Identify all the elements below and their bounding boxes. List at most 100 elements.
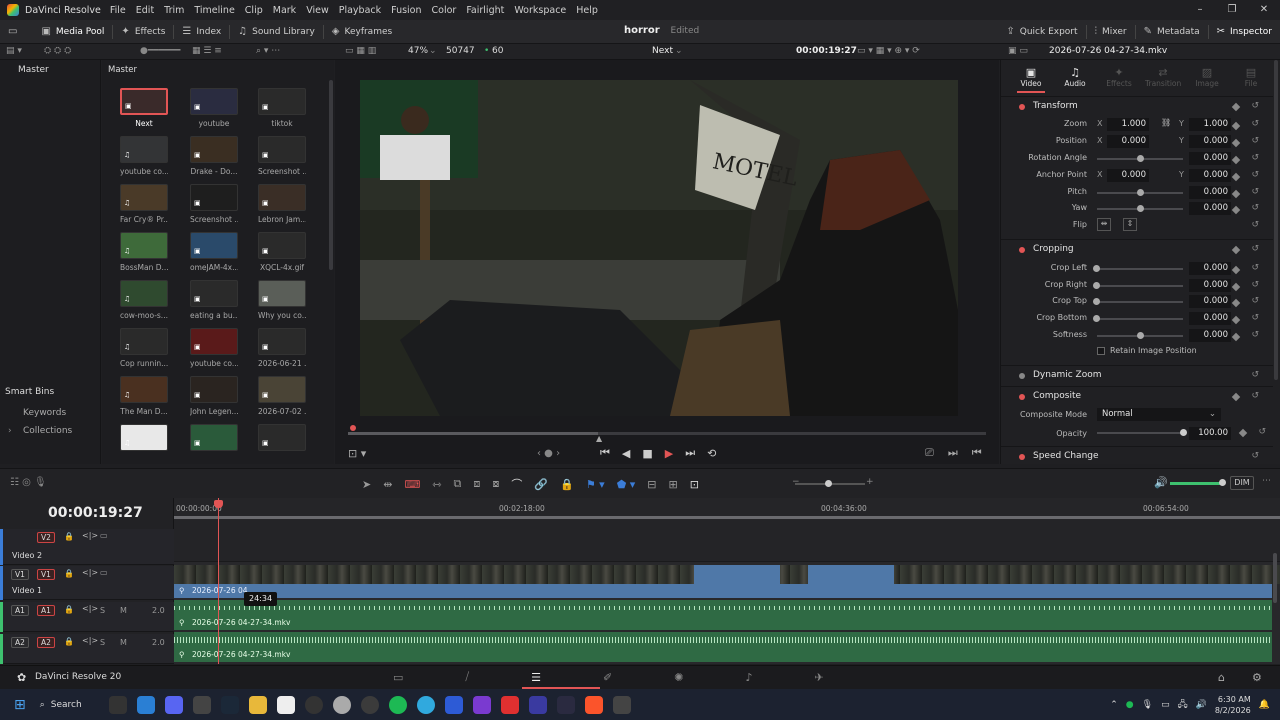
- tab-file[interactable]: ▤ File: [1233, 66, 1269, 88]
- display-icon[interactable]: ▭: [1161, 700, 1170, 710]
- crop-bottom-slider[interactable]: [1097, 318, 1183, 320]
- media-item[interactable]: ▣ omeJAM-4x...: [190, 232, 238, 272]
- menu-clip[interactable]: Clip: [240, 5, 268, 16]
- zoom-detail-icon[interactable]: ⊞: [669, 478, 678, 491]
- replace-clip-icon[interactable]: ⧇: [492, 477, 499, 491]
- crop-left-slider[interactable]: [1097, 268, 1183, 270]
- media-item[interactable]: ♫ cow-moo-s...: [120, 280, 168, 320]
- discord-icon[interactable]: [164, 695, 183, 714]
- crop-right-slider-knob[interactable]: [1093, 282, 1100, 289]
- auto-select-icon[interactable]: <|>: [82, 531, 98, 540]
- reset-icon[interactable]: ↺: [1251, 153, 1259, 163]
- keyframe-icon[interactable]: [1231, 265, 1241, 275]
- chrome-icon[interactable]: [360, 695, 379, 714]
- reset-icon[interactable]: ↺: [1251, 187, 1259, 197]
- clock[interactable]: 6:30 AM 8/2/2026: [1215, 694, 1251, 716]
- zoom-fit-icon[interactable]: ⊟: [647, 478, 656, 491]
- viewer-layout-icons[interactable]: ▭ ▦ ▥: [345, 46, 376, 56]
- search-icon[interactable]: ⌕ ▾ ⋯: [256, 46, 280, 56]
- timeline-overview-bar[interactable]: [174, 516, 1280, 519]
- file-explorer-icon[interactable]: [248, 695, 267, 714]
- crop-left-slider-knob[interactable]: [1093, 265, 1100, 272]
- notification-icon[interactable]: 🔔: [1259, 700, 1270, 710]
- track-id-button[interactable]: A1: [37, 605, 55, 616]
- media-item[interactable]: ▣ Lebron Jam...: [258, 184, 306, 224]
- minimize-icon[interactable]: –: [1184, 0, 1216, 20]
- keyframe-icon[interactable]: [1231, 205, 1241, 215]
- tab-audio[interactable]: ♫ Audio: [1057, 66, 1093, 88]
- dynamic-trim-icon[interactable]: ⇿: [432, 478, 441, 491]
- menu-help[interactable]: Help: [571, 5, 603, 16]
- notepad-icon[interactable]: [276, 695, 295, 714]
- media-item[interactable]: ▣ Next: [120, 88, 168, 128]
- mic-icon[interactable]: 🎙: [1142, 700, 1153, 710]
- menu-trim[interactable]: Trim: [159, 5, 189, 16]
- opacity-slider-knob[interactable]: [1180, 429, 1187, 436]
- effects-button[interactable]: ✦ Effects: [113, 20, 173, 44]
- keyframe-icon[interactable]: [1238, 428, 1248, 438]
- anchor-x-field[interactable]: 0.000: [1107, 169, 1149, 182]
- media-item[interactable]: ▣: [258, 424, 306, 455]
- volume-icon[interactable]: 🔊: [1154, 476, 1168, 489]
- reset-icon[interactable]: ↺: [1251, 244, 1259, 254]
- blade-tool-icon[interactable]: ⌨: [404, 478, 420, 491]
- softness-slider-knob[interactable]: [1137, 332, 1144, 339]
- stop-icon[interactable]: ■: [642, 447, 652, 460]
- lock-icon[interactable]: 🔒: [64, 637, 74, 646]
- app-icon[interactable]: [612, 695, 631, 714]
- tray-chevron-icon[interactable]: ⌃: [1110, 700, 1118, 710]
- source-patch-button[interactable]: A1: [11, 605, 29, 616]
- anchor-y-field[interactable]: 0.000: [1189, 169, 1231, 182]
- softness-field[interactable]: 0.000: [1189, 329, 1231, 342]
- mixer-button[interactable]: ⫶ Mixer: [1087, 20, 1135, 44]
- menu-timeline[interactable]: Timeline: [189, 5, 239, 16]
- overwrite-clip-icon[interactable]: ⧈: [473, 477, 480, 491]
- maximize-icon[interactable]: ❐: [1216, 0, 1248, 20]
- zoom-y-field[interactable]: 1.000: [1189, 118, 1231, 131]
- menu-playback[interactable]: Playback: [334, 5, 386, 16]
- rotation-slider-knob[interactable]: [1137, 155, 1144, 162]
- transform-section[interactable]: Transform ↺: [1001, 96, 1273, 116]
- auto-select-icon[interactable]: <|>: [82, 568, 98, 577]
- audio-clip-a2[interactable]: ⚲ 2026-07-26 04-27-34.mkv: [174, 632, 1272, 662]
- rotation-field[interactable]: 0.000: [1189, 152, 1231, 165]
- fairlight-page-icon[interactable]: ♪: [745, 671, 752, 684]
- keyframe-icon[interactable]: [1231, 245, 1241, 255]
- step-back-icon[interactable]: ◀: [622, 447, 630, 460]
- timeline-options-icon[interactable]: ⋯: [1262, 476, 1271, 486]
- reset-icon[interactable]: ↺: [1251, 391, 1259, 401]
- collections-chevron-icon[interactable]: ›: [8, 426, 12, 436]
- media-item[interactable]: ▣ 2026-06-21 ...: [258, 328, 306, 368]
- keyframe-icon[interactable]: [1231, 172, 1241, 182]
- media-pool-button[interactable]: ▣ Media Pool: [33, 20, 112, 44]
- steam-icon[interactable]: [220, 695, 239, 714]
- cropping-enable-icon[interactable]: [1019, 247, 1025, 253]
- yaw-field[interactable]: 0.000: [1189, 202, 1231, 215]
- timeline-view-icons[interactable]: ☷ ◎ 🎙: [10, 477, 47, 488]
- retain-image-checkbox[interactable]: [1097, 347, 1105, 355]
- mute-button[interactable]: M: [120, 606, 127, 615]
- fusion-page-icon[interactable]: ✐: [603, 671, 612, 684]
- video-clip[interactable]: ⚲ 2026-07-26 04: [174, 584, 1272, 598]
- brave-icon[interactable]: [584, 695, 603, 714]
- quick-export-button[interactable]: ⇪ Quick Export: [998, 20, 1085, 44]
- inspector-scrollbar[interactable]: [1274, 60, 1278, 380]
- media-item[interactable]: ▣ youtube: [190, 88, 238, 128]
- taskbar-search[interactable]: ⌕ Search: [40, 700, 82, 710]
- tab-image[interactable]: ▨ Image: [1189, 66, 1225, 88]
- menu-edit[interactable]: Edit: [131, 5, 159, 16]
- crop-top-slider[interactable]: [1097, 301, 1183, 303]
- reset-icon[interactable]: ↺: [1251, 280, 1259, 290]
- media-item[interactable]: ▣ Drake - Do...: [190, 136, 238, 176]
- track-visibility-icon[interactable]: ▭: [100, 568, 108, 577]
- zoom-dropdown-icon[interactable]: ⌄: [429, 46, 437, 56]
- dim-button[interactable]: DIM: [1230, 476, 1254, 490]
- composite-enable-icon[interactable]: [1019, 394, 1025, 400]
- reset-icon[interactable]: ↺: [1251, 136, 1259, 146]
- media-item[interactable]: ▣ Screenshot ...: [190, 184, 238, 224]
- menu-color[interactable]: Color: [427, 5, 462, 16]
- reset-icon[interactable]: ↺: [1251, 203, 1259, 213]
- prev-edit-icon[interactable]: ⏮: [972, 446, 982, 460]
- media-item[interactable]: ♫ The Man D...: [120, 376, 168, 416]
- reset-icon[interactable]: ↺: [1251, 119, 1259, 129]
